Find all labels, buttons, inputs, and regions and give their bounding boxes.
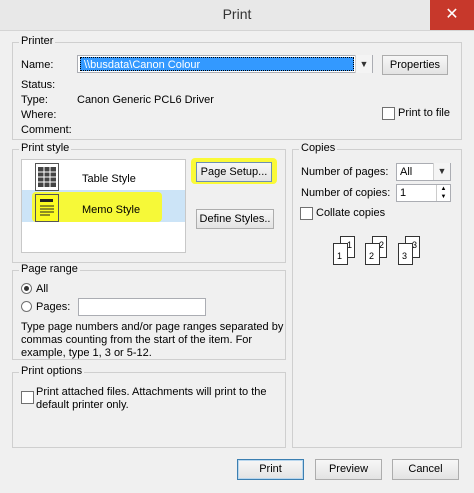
chevron-down-icon[interactable]: ▼ [355,55,372,73]
print-attached-checkbox[interactable] [21,391,34,404]
window-title: Print [222,6,252,22]
print-options-group-label: Print options [19,365,85,377]
table-style-label[interactable]: Table Style [82,173,136,185]
collate-illustration: 1 1 2 2 3 3 [330,236,425,265]
collate-page-number: 1 [337,251,343,261]
style-list[interactable]: Table Style Memo Style [21,159,186,253]
preview-button[interactable]: Preview [315,459,382,480]
all-radio[interactable] [21,283,32,294]
number-of-copies-stepper[interactable]: 1 ▲ ▼ [396,184,451,202]
close-button[interactable]: ✕ [430,0,474,30]
number-of-copies-value: 1 [400,187,407,199]
printer-name-value: \\busdata\Canon Colour [80,57,354,71]
type-value: Canon Generic PCL6 Driver [77,94,214,106]
type-label: Type: [21,94,48,106]
memo-style-icon [35,194,59,222]
printer-group-label: Printer [19,35,56,47]
number-of-pages-select[interactable]: All ▼ [396,163,451,181]
cancel-button[interactable]: Cancel [392,459,459,480]
spin-down-icon[interactable]: ▼ [436,193,450,201]
spin-up-icon[interactable]: ▲ [436,185,450,193]
copies-group-label: Copies [299,142,338,154]
number-of-pages-value: All [400,166,413,178]
where-label: Where: [21,109,57,121]
number-of-copies-label: Number of copies: [301,187,391,199]
page-range-help-line-2: commas counting from the start of the it… [21,334,253,346]
page-setup-button[interactable]: Page Setup... [196,162,272,182]
print-attached-label-line-2: default printer only. [36,399,129,411]
title-bar: Print ✕ [0,0,474,31]
memo-style-label[interactable]: Memo Style [82,204,140,216]
comment-label: Comment: [21,124,72,136]
collate-page-number: 3 [402,251,408,261]
all-label: All [36,283,49,295]
pages-input[interactable] [78,298,206,316]
radio-dot [24,286,29,291]
pages-label: Pages: [36,301,71,313]
number-of-pages-label: Number of pages: [301,166,389,178]
status-label: Status: [21,79,56,91]
printer-name-combo[interactable]: \\busdata\Canon Colour ▼ [77,55,373,73]
print-style-group-label: Print style [19,142,72,154]
print-attached-label-line-1: Print attached files. Attachments will p… [36,386,267,398]
collate-page-number: 2 [369,251,375,261]
name-label: Name: [21,59,54,71]
page-range-help-line-3: example, type 1, 3 or 5-12. [21,347,152,359]
table-style-icon [35,163,59,191]
chevron-down-icon[interactable]: ▼ [433,163,450,180]
properties-button[interactable]: Properties [382,55,448,75]
print-to-file-checkbox[interactable] [382,107,395,120]
pages-radio[interactable] [21,301,32,312]
page-range-help-line-1: Type page numbers and/or page ranges sep… [21,321,284,333]
define-styles-button[interactable]: Define Styles.. [196,209,274,229]
print-to-file-label: Print to file [398,107,450,119]
collate-checkbox[interactable] [300,207,313,220]
print-button[interactable]: Print [237,459,304,480]
page-range-group-label: Page range [19,263,80,275]
collate-label: Collate copies [316,207,386,219]
